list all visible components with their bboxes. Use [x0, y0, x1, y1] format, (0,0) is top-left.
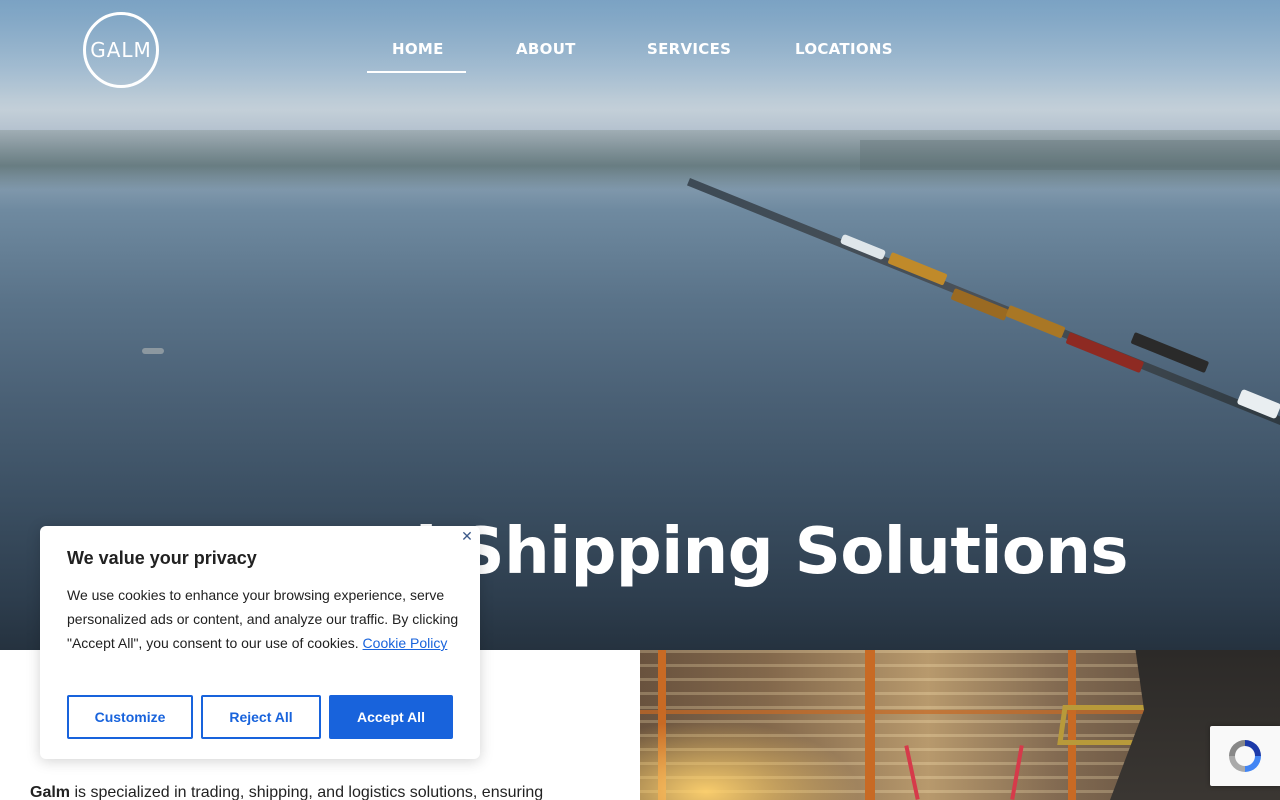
- about-paragraph: Galm is specialized in trading, shipping…: [30, 784, 630, 800]
- steel-beam: [865, 650, 875, 800]
- boat: [142, 348, 164, 354]
- cookie-body: We use cookies to enhance your browsing …: [67, 583, 459, 655]
- accept-all-button[interactable]: Accept All: [329, 695, 453, 739]
- light-glow: [640, 720, 860, 800]
- logo-text: GALM: [90, 38, 152, 62]
- customize-button[interactable]: Customize: [67, 695, 193, 739]
- nav-locations[interactable]: LOCATIONS: [795, 40, 893, 58]
- brand-name: Galm: [30, 784, 71, 800]
- about-text: is specialized in trading, shipping, and…: [70, 784, 544, 800]
- logo[interactable]: GALM: [83, 12, 159, 88]
- close-icon[interactable]: ✕: [459, 529, 475, 545]
- shoreline-right: [860, 140, 1280, 170]
- nav-home[interactable]: HOME: [392, 40, 444, 58]
- reject-all-button[interactable]: Reject All: [201, 695, 321, 739]
- cookie-consent-banner: ✕ We value your privacy We use cookies t…: [40, 526, 480, 759]
- nav-active-indicator: [367, 71, 466, 73]
- cookie-policy-link[interactable]: Cookie Policy: [363, 635, 448, 651]
- cookie-title: We value your privacy: [67, 548, 257, 568]
- nav-services[interactable]: SERVICES: [647, 40, 731, 58]
- warehouse-image: [640, 650, 1280, 800]
- sky-clouds: [0, 0, 1280, 100]
- barge: [1005, 305, 1066, 339]
- recaptcha-icon: [1229, 740, 1261, 772]
- nav-about[interactable]: ABOUT: [516, 40, 576, 58]
- recaptcha-badge[interactable]: [1210, 726, 1280, 786]
